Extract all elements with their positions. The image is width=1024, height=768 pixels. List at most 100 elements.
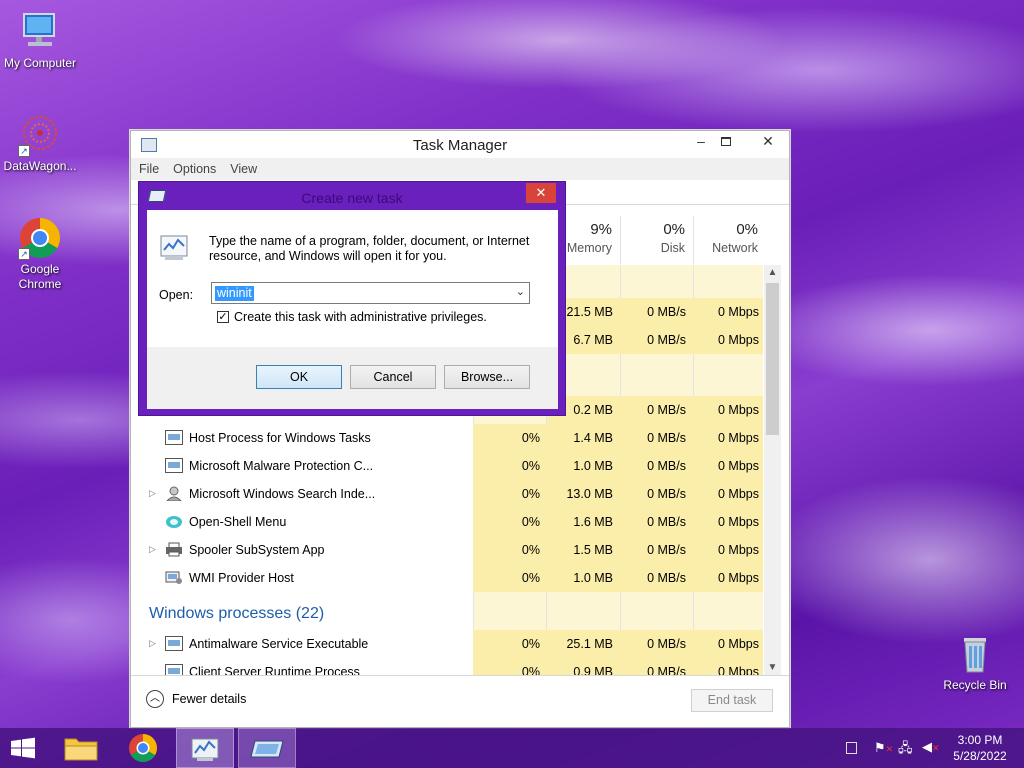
folder-icon [64,738,98,761]
chevron-down-icon[interactable]: ⌄ [516,285,525,298]
admin-checkbox-row[interactable]: ✓ Create this task with administrative p… [217,310,487,324]
table-row[interactable]: Microsoft Malware Protection C... 0% 1.0… [131,452,763,480]
expand-chevron-icon[interactable]: ▷ [149,638,156,649]
close-button[interactable]: ✕ [746,131,790,153]
menu-options[interactable]: Options [173,162,216,176]
network-cell: 0 Mbps [718,333,759,347]
network-cell: 0 Mbps [718,487,759,501]
volume-muted-icon[interactable]: ◀✕ [922,739,940,755]
start-button[interactable] [0,728,58,768]
scroll-up-icon[interactable]: ▲ [764,267,781,278]
maximize-button[interactable] [711,131,741,153]
process-name: Microsoft Windows Search Inde... [189,487,376,501]
computer-icon [18,10,62,54]
show-hidden-icons-icon[interactable] [846,742,857,754]
network-cell: 0 Mbps [718,459,759,473]
cpu-cell: 0% [521,431,540,445]
network-cell: 0 Mbps [718,515,759,529]
dialog-button-bar: OK Cancel Browse... [147,347,558,409]
column-header-disk[interactable]: 0% Disk [620,216,693,264]
network-cell: 0 Mbps [718,305,759,319]
network-cell: 0 Mbps [718,665,759,675]
service-window-icon [165,458,183,473]
action-center-flag-icon[interactable]: ⚑✕ [874,740,893,756]
group-title: Windows processes (22) [149,605,325,622]
table-row[interactable]: ▷ Microsoft Windows Search Inde... 0% 13… [131,480,763,508]
cpu-cell: 0% [521,637,540,651]
disk-cell: 0 MB/s [647,665,686,675]
shortcut-arrow-icon: ↗ [18,145,30,157]
expand-chevron-icon[interactable]: ▷ [149,544,156,555]
taskbar: ⚑✕ 🖧 ◀✕ 3:00 PM 5/28/2022 [0,728,1024,768]
network-cell: 0 Mbps [718,403,759,417]
clock[interactable]: 3:00 PM 5/28/2022 [946,732,1014,764]
cpu-cell: 0% [521,459,540,473]
dialog-close-button[interactable]: ✕ [526,183,556,203]
wmi-icon [165,570,183,585]
table-row[interactable]: Host Process for Windows Tasks 0% 1.4 MB… [131,424,763,452]
desktop-icon-label: Google Chrome [18,262,62,291]
memory-cell: 25.1 MB [566,637,613,651]
cpu-cell: 0% [521,515,540,529]
table-row[interactable]: WMI Provider Host 0% 1.0 MB 0 MB/s 0 Mbp… [131,564,763,592]
menu-file[interactable]: File [139,162,159,176]
desktop-icon-label: Recycle Bin [943,678,1007,692]
dialog-body: Type the name of a program, folder, docu… [147,210,558,409]
service-window-icon [165,664,183,675]
open-combobox[interactable]: wininit ⌄ [211,282,530,304]
taskbar-file-explorer[interactable] [52,728,110,768]
process-name: Microsoft Malware Protection C... [189,459,374,473]
admin-checkbox[interactable]: ✓ [217,311,229,323]
chrome-icon [129,734,157,762]
open-input-value[interactable]: wininit [215,286,254,301]
group-header-windows-processes[interactable]: Windows processes (22) [131,600,763,630]
taskbar-chrome[interactable] [114,728,172,768]
desktop-icon-label: My Computer [3,56,77,70]
scroll-down-icon[interactable]: ▼ [764,662,781,673]
cpu-cell: 0% [521,487,540,501]
network-icon[interactable]: 🖧 [898,739,913,761]
network-cell: 0 Mbps [718,637,759,651]
desktop-icon-datawagon[interactable]: ↗ DataWagon... [0,113,80,173]
desktop-icon-recycle-bin[interactable]: Recycle Bin [935,632,1015,692]
column-pct: 0% [663,221,685,238]
dialog-title-bar[interactable]: Create new task ✕ [139,182,565,210]
ok-button[interactable]: OK [256,365,342,389]
end-task-button[interactable]: End task [691,689,773,712]
browse-button[interactable]: Browse... [444,365,530,389]
table-row[interactable]: ▷ Antimalware Service Executable 0% 25.1… [131,630,763,658]
desktop-icon-my-computer[interactable]: My Computer [0,10,80,70]
taskbar-task-manager[interactable] [176,728,234,768]
scrollbar-thumb[interactable] [766,283,779,435]
column-header-network[interactable]: 0% Network [693,216,766,264]
vertical-scrollbar[interactable]: ▲ ▼ [764,265,781,675]
service-window-icon [165,430,183,445]
table-row[interactable]: ▷ Spooler SubSystem App 0% 1.5 MB 0 MB/s… [131,536,763,564]
menu-bar: File Options View [131,158,789,180]
datawagon-icon: ↗ [18,113,62,157]
cpu-cell: 0% [521,571,540,585]
process-name: Spooler SubSystem App [189,543,325,557]
memory-cell: 1.4 MB [573,431,613,445]
disk-cell: 0 MB/s [647,403,686,417]
expand-chevron-icon[interactable]: ▷ [149,488,156,499]
column-label: Network [712,241,758,255]
service-window-icon [165,636,183,651]
disk-cell: 0 MB/s [647,459,686,473]
table-row[interactable]: Client Server Runtime Process 0% 0.9 MB … [131,658,763,675]
title-bar[interactable]: Task Manager – ✕ [131,131,789,158]
dialog-description: Type the name of a program, folder, docu… [209,234,530,263]
cancel-button[interactable]: Cancel [350,365,436,389]
run-program-icon [159,232,191,262]
network-cell: 0 Mbps [718,431,759,445]
desktop-icon-google-chrome[interactable]: ↗ Google Chrome [0,216,80,292]
table-row[interactable]: Open-Shell Menu 0% 1.6 MB 0 MB/s 0 Mbps [131,508,763,536]
footer-bar: ︿ Fewer details End task [131,675,789,727]
fewer-details-button[interactable]: ︿ Fewer details [146,690,246,708]
menu-view[interactable]: View [230,162,257,176]
memory-cell: 0.9 MB [573,665,613,675]
taskbar-run-dialog[interactable] [238,728,296,768]
chevron-up-icon: ︿ [146,690,164,708]
column-label: Disk [660,241,685,255]
close-icon: ✕ [535,185,547,200]
